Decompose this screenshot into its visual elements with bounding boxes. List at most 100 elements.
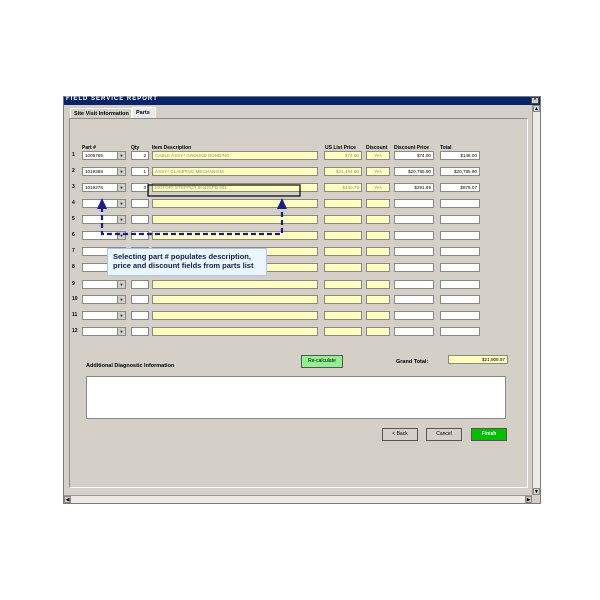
cell-list [324, 263, 362, 272]
cell-text: $74.00 [344, 153, 359, 158]
row-number: 1 [72, 152, 75, 158]
close-button[interactable]: × [531, 97, 539, 104]
row-number: 7 [72, 248, 75, 254]
cell-disc [366, 199, 390, 208]
cell-qty[interactable] [131, 280, 149, 289]
cell-qty[interactable]: 3 [131, 183, 149, 192]
cell-text: $875.07 [460, 185, 477, 190]
cell-list: $440.75 [324, 183, 362, 192]
cell-qty[interactable] [131, 215, 149, 224]
dropdown-arrow-icon[interactable]: ▼ [117, 168, 125, 175]
cell-total [440, 247, 480, 256]
cell-disc [366, 247, 390, 256]
tab-site-visit-information[interactable]: Site Visit Information [70, 108, 132, 118]
cell-list [324, 247, 362, 256]
cell-text: 1 [143, 169, 146, 174]
horizontal-scrollbar[interactable]: ◀ ▶ [64, 495, 532, 503]
cell-desc [152, 215, 318, 224]
cell-list [324, 327, 362, 336]
cell-list [324, 280, 362, 289]
dropdown-arrow-icon[interactable]: ▼ [117, 296, 125, 303]
recalculate-button[interactable]: Re-calculate [301, 355, 343, 368]
scroll-left-icon[interactable]: ◀ [64, 496, 71, 503]
grand-total-field: $21,808.97 [448, 355, 508, 364]
cell-text: $20,785.90 [408, 169, 431, 174]
row-number: 2 [72, 168, 75, 174]
cell-desc: CABLE ASSY* GROUND BONDING [152, 151, 318, 160]
cell-part[interactable]: ▼ [82, 199, 126, 208]
cell-text: $148.00 [460, 153, 477, 158]
diagnostic-textarea[interactable] [86, 376, 506, 419]
tab-parts[interactable]: Parts [132, 107, 156, 118]
cell-dprice: $74.00 [394, 151, 434, 160]
dropdown-arrow-icon[interactable]: ▼ [117, 216, 125, 223]
window-title: FIELD SERVICE REPORT [66, 96, 158, 102]
cell-text: Yes [374, 169, 382, 174]
row-number: 12 [72, 328, 78, 334]
diagnostic-label: Additional Diagnostic Information [86, 363, 175, 369]
cell-qty[interactable] [131, 327, 149, 336]
cell-total [440, 295, 480, 304]
dropdown-arrow-icon[interactable]: ▼ [117, 152, 125, 159]
scroll-right-icon[interactable]: ▶ [525, 496, 532, 503]
cell-dprice [394, 231, 434, 240]
dropdown-arrow-icon[interactable]: ▼ [117, 200, 125, 207]
dropdown-arrow-icon[interactable]: ▼ [117, 232, 125, 239]
cell-part[interactable]: ▼ [82, 327, 126, 336]
dropdown-arrow-icon[interactable]: ▼ [117, 281, 125, 288]
cell-total [440, 280, 480, 289]
cell-part[interactable]: 1006765 ▼ [82, 151, 126, 160]
cell-dprice: $20,785.90 [394, 167, 434, 176]
cell-desc: MOTOR* STEPPER 6H4JXPD 901 [152, 183, 318, 192]
cancel-button[interactable]: Cancel [426, 428, 462, 441]
title-bar: FIELD SERVICE REPORT × [64, 96, 540, 105]
cell-disc [366, 215, 390, 224]
cell-text: $74.00 [416, 153, 431, 158]
vertical-scrollbar[interactable]: ▲ ▼ [532, 105, 540, 495]
cell-text: 3 [143, 185, 146, 190]
cell-part[interactable]: ▼ [82, 280, 126, 289]
cell-list [324, 215, 362, 224]
cell-text: $440.75 [342, 185, 359, 190]
cell-part[interactable]: ▼ [82, 231, 126, 240]
cell-list [324, 311, 362, 320]
dropdown-arrow-icon[interactable]: ▼ [117, 312, 125, 319]
cell-part[interactable]: ▼ [82, 311, 126, 320]
dropdown-arrow-icon[interactable]: ▼ [117, 328, 125, 335]
cell-list: $74.00 [324, 151, 362, 160]
cell-qty[interactable]: 2 [131, 151, 149, 160]
cell-qty[interactable]: 1 [131, 167, 149, 176]
cell-text: Yes [374, 153, 382, 158]
cell-total [440, 231, 480, 240]
cell-total: $875.07 [440, 183, 480, 192]
cell-qty[interactable] [131, 231, 149, 240]
cell-total [440, 327, 480, 336]
back-button[interactable]: < Back [382, 428, 418, 441]
cell-part[interactable]: ▼ [82, 295, 126, 304]
row-number: 11 [72, 312, 78, 318]
cell-dprice [394, 327, 434, 336]
cell-qty[interactable] [131, 199, 149, 208]
cell-desc [152, 280, 318, 289]
cell-total: $148.00 [440, 151, 480, 160]
cell-part[interactable]: 1019278 ▼ [82, 183, 126, 192]
cell-dprice [394, 247, 434, 256]
cell-desc [152, 231, 318, 240]
cell-part[interactable]: 1019388 ▼ [82, 167, 126, 176]
grand-total-label: Grand Total: [396, 359, 429, 365]
row-number: 4 [72, 200, 75, 206]
cell-text: MOTOR* STEPPER 6H4JXPD 901 [155, 185, 227, 190]
cell-qty[interactable] [131, 295, 149, 304]
cell-part[interactable]: ▼ [82, 215, 126, 224]
cell-qty[interactable] [131, 311, 149, 320]
dropdown-arrow-icon[interactable]: ▼ [117, 184, 125, 191]
cell-desc [152, 295, 318, 304]
finish-button[interactable]: Finish [471, 428, 507, 441]
cell-disc [366, 327, 390, 336]
scroll-down-icon[interactable]: ▼ [533, 488, 540, 495]
cell-disc [366, 311, 390, 320]
cell-disc: Yes [366, 183, 390, 192]
cell-dprice: $291.69 [394, 183, 434, 192]
scroll-up-icon[interactable]: ▲ [533, 105, 540, 112]
cell-list: $24,454.00 [324, 167, 362, 176]
